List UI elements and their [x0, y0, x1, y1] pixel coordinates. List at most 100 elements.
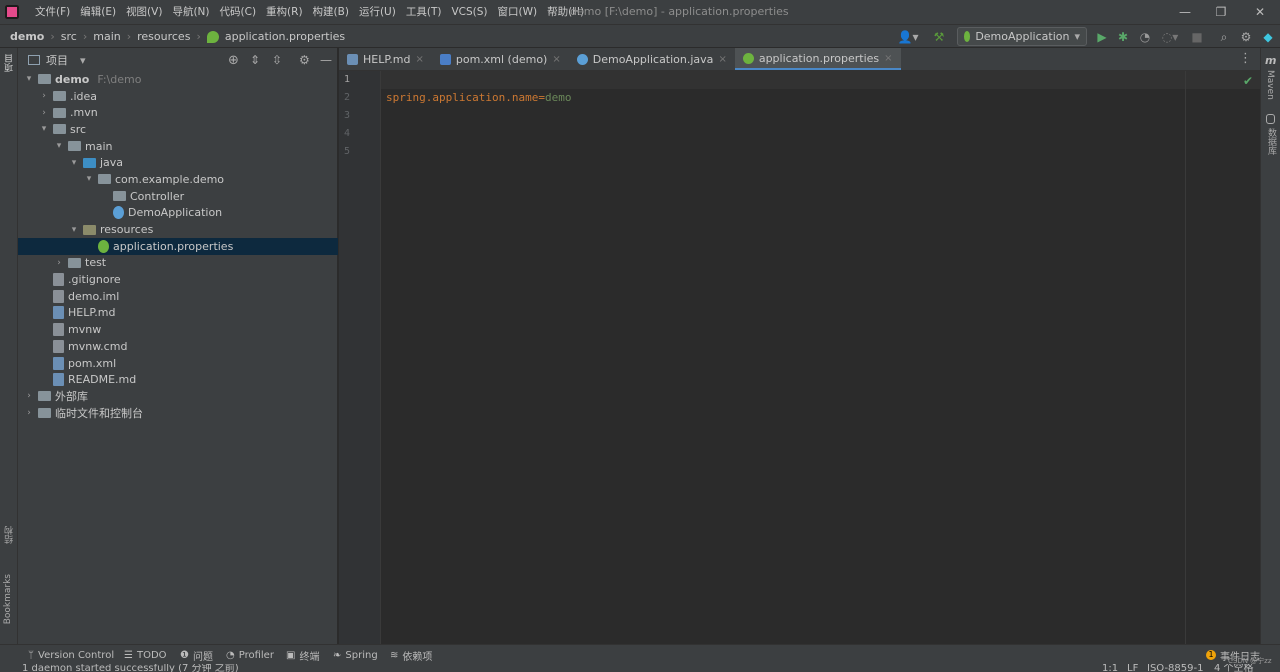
menu-file[interactable]: 文件(F)	[30, 0, 75, 24]
code-line[interactable]: spring.application.name=demo	[386, 91, 571, 104]
stop-icon[interactable]: ■	[1190, 28, 1204, 46]
menu-code[interactable]: 代码(C)	[215, 0, 262, 24]
profile-icon[interactable]: ◌▾	[1158, 28, 1182, 46]
chevron-right-icon[interactable]: ›	[39, 91, 49, 101]
chevron-down-icon[interactable]: ▾	[69, 225, 79, 235]
tree-node[interactable]: HELP.md	[18, 305, 338, 322]
close-tab-icon[interactable]: ×	[718, 54, 726, 65]
close-window-button[interactable]: ✕	[1240, 0, 1280, 24]
restore-button[interactable]: ❐	[1201, 0, 1241, 24]
profiler-tool-button[interactable]: ◔ Profiler	[226, 645, 274, 665]
dependencies-tool-button[interactable]: ≋ 依赖项	[390, 645, 432, 665]
breadcrumb-src[interactable]: src	[61, 30, 77, 43]
menu-navigate[interactable]: 导航(N)	[167, 0, 214, 24]
tree-node[interactable]: application.properties	[18, 237, 338, 255]
tree-node[interactable]: › .mvn	[18, 104, 338, 121]
tabs-menu-icon[interactable]: ⋮	[1231, 48, 1260, 70]
tree-node[interactable]: ▾ main	[18, 138, 338, 155]
debug-icon[interactable]: ✱	[1115, 28, 1131, 46]
expand-all-icon[interactable]: ⇕	[250, 53, 260, 67]
tree-node[interactable]: › 临时文件和控制台	[18, 405, 338, 422]
close-tab-icon[interactable]: ×	[884, 53, 892, 64]
breadcrumb-resources[interactable]: resources	[137, 30, 190, 43]
account-icon[interactable]: 👤▾	[895, 28, 921, 46]
status-message[interactable]: 1 daemon started successfully (7 分钟 之前)	[22, 664, 239, 672]
tree-node[interactable]: ▾ com.example.demo	[18, 171, 338, 188]
minimize-button[interactable]: —	[1165, 0, 1205, 24]
chevron-down-icon[interactable]: ▾	[39, 124, 49, 134]
chevron-down-icon[interactable]: ▾	[54, 141, 64, 151]
collapse-all-icon[interactable]: ⇳	[272, 53, 282, 67]
tree-node[interactable]: Controller	[18, 188, 338, 205]
terminal-tool-button[interactable]: ▣ 终端	[286, 645, 319, 665]
status-bar: 1 daemon started successfully (7 分钟 之前) …	[0, 664, 1280, 672]
bookmarks-tool-button[interactable]: Bookmarks	[3, 574, 13, 624]
tree-node[interactable]: ▾ java	[18, 154, 338, 171]
resources-folder-icon	[83, 224, 96, 235]
tree-node[interactable]: ▾ demo F:\demo	[18, 71, 338, 88]
breadcrumb-main[interactable]: main	[93, 30, 120, 43]
chevron-right-icon[interactable]: ›	[39, 108, 49, 118]
breadcrumb-application-properties[interactable]: application.properties	[225, 30, 345, 43]
menu-run[interactable]: 运行(U)	[354, 0, 401, 24]
chevron-right-icon[interactable]: ›	[24, 391, 34, 401]
chevron-right-icon[interactable]: ›	[54, 258, 64, 268]
editor-tab[interactable]: application.properties ×	[734, 48, 901, 70]
version-control-tool-button[interactable]: ᛘ Version Control	[28, 645, 114, 665]
editor-tab[interactable]: pom.xml (demo) ×	[432, 48, 569, 70]
project-panel-title[interactable]: 项目	[46, 52, 68, 68]
menu-edit[interactable]: 编辑(E)	[75, 0, 121, 24]
tree-node[interactable]: mvnw	[18, 321, 338, 338]
menu-vcs[interactable]: VCS(S)	[446, 0, 492, 24]
menu-window[interactable]: 窗口(W)	[493, 0, 543, 24]
maven-tool-button[interactable]: Maven	[1265, 70, 1275, 100]
todo-tool-button[interactable]: ☰ TODO	[124, 645, 167, 665]
run-icon[interactable]: ▶	[1094, 28, 1110, 46]
project-tool-button[interactable]: 项目	[3, 54, 16, 72]
locate-file-icon[interactable]: ⊕	[228, 53, 239, 68]
run-configuration-select[interactable]: DemoApplication ▾	[957, 27, 1087, 46]
close-tab-icon[interactable]: ×	[552, 54, 560, 65]
tree-node[interactable]: ▾ resources	[18, 221, 338, 238]
no-problems-check-icon[interactable]: ✔	[1243, 74, 1253, 88]
chevron-down-icon[interactable]: ▾	[24, 74, 34, 84]
code-with-me-icon[interactable]: ◆	[1260, 28, 1276, 46]
close-tab-icon[interactable]: ×	[415, 54, 423, 65]
tree-node[interactable]: README.md	[18, 371, 338, 388]
tree-node[interactable]: pom.xml	[18, 355, 338, 372]
tree-node[interactable]: demo.iml	[18, 288, 338, 305]
editor-tab[interactable]: DemoApplication.java ×	[569, 48, 735, 70]
line-separator[interactable]: LF	[1127, 664, 1138, 672]
panel-options-gear-icon[interactable]: ⚙	[299, 53, 310, 67]
tree-node[interactable]: › test	[18, 255, 338, 272]
line-number: 4	[343, 128, 350, 139]
menu-view[interactable]: 视图(V)	[121, 0, 167, 24]
menu-tools[interactable]: 工具(T)	[401, 0, 447, 24]
build-hammer-icon[interactable]: ⚒	[930, 28, 948, 46]
tree-node[interactable]: › 外部库	[18, 388, 338, 405]
tree-node[interactable]: .gitignore	[18, 271, 338, 288]
settings-gear-icon[interactable]: ⚙	[1238, 28, 1254, 46]
chevron-down-icon[interactable]: ▾	[80, 54, 86, 67]
structure-tool-button[interactable]: 结构	[3, 526, 16, 544]
chevron-down-icon[interactable]: ▾	[84, 174, 94, 184]
menu-build[interactable]: 构建(B)	[308, 0, 354, 24]
chevron-right-icon[interactable]: ›	[24, 408, 34, 418]
spring-tool-button[interactable]: ❧ Spring	[333, 645, 378, 665]
code-editor[interactable]: spring.application.name=demo ✔	[381, 71, 1260, 644]
database-tool-button[interactable]: 数据库	[1265, 128, 1278, 155]
editor-tab[interactable]: HELP.md ×	[339, 48, 432, 70]
tree-node[interactable]: DemoApplication	[18, 205, 338, 222]
tree-node[interactable]: mvnw.cmd	[18, 338, 338, 355]
problems-tool-button[interactable]: ❶ 问题	[180, 645, 213, 665]
tree-node[interactable]: › .idea	[18, 88, 338, 105]
caret-position[interactable]: 1:1	[1102, 664, 1118, 672]
menu-refactor[interactable]: 重构(R)	[261, 0, 308, 24]
tree-node[interactable]: ▾ src	[18, 121, 338, 138]
coverage-icon[interactable]: ◔	[1137, 28, 1153, 46]
breadcrumb-demo[interactable]: demo	[10, 30, 44, 43]
search-icon[interactable]: ⌕	[1216, 28, 1232, 46]
hide-panel-icon[interactable]: —	[320, 53, 332, 67]
chevron-down-icon[interactable]: ▾	[69, 158, 79, 168]
file-encoding[interactable]: ISO-8859-1	[1147, 664, 1203, 672]
